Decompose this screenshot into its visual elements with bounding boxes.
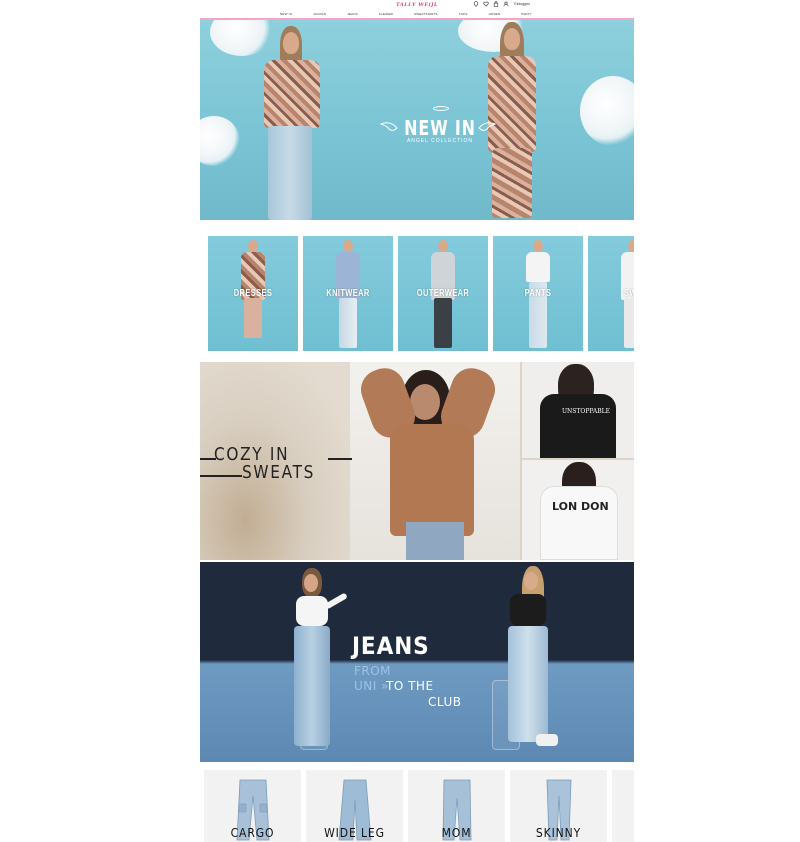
fit-card-cargo[interactable]: CARGO [204, 770, 301, 842]
jeans-model-right [490, 566, 570, 760]
wing-icon [478, 122, 496, 131]
fit-label: MOM [441, 826, 472, 840]
jeans-to-the-text: TO THE [386, 679, 434, 693]
category-card-outerwear[interactable]: OUTERWEAR [398, 236, 488, 351]
page: TALLY WEiJL Einloggen NEW IN JACKEN JEAN… [200, 0, 634, 842]
category-carousel: DRESSES KNITWEAR OUTERWEAR PANTS S [200, 236, 634, 351]
cloud-graphic [200, 116, 240, 166]
nav-item-tops[interactable]: TOPS [459, 12, 468, 16]
fit-card-mom[interactable]: MOM [408, 770, 505, 842]
login-link[interactable]: Einloggen [514, 2, 530, 6]
location-icon[interactable] [473, 1, 479, 7]
search-icon[interactable] [549, 11, 554, 24]
jeans-fit-carousel: CARGO WIDE LEG MOM SKINNY [200, 770, 634, 842]
fit-label: WIDE LEG [324, 826, 385, 840]
bag-icon[interactable] [493, 1, 499, 7]
jeans-from-text: FROM [354, 664, 392, 678]
jeans-title: JEANS [352, 632, 430, 660]
category-card-sweatshirts[interactable]: SWE [588, 236, 634, 351]
nav-item-kleider[interactable]: KLEIDER [379, 12, 393, 16]
jeans-model-left [280, 568, 350, 760]
nav-item-jacken[interactable]: JACKEN [313, 12, 326, 16]
jeans-banner[interactable]: JEANS FROM UNI » TO THE CLUB [200, 562, 634, 762]
brand-logo[interactable]: TALLY WEiJL [396, 2, 438, 8]
category-label: PANTS [524, 288, 552, 299]
header-topbar: TALLY WEiJL [200, 0, 634, 9]
hero-banner[interactable]: NEW IN ANGEL COLLECTION [200, 20, 634, 220]
fit-card-wide-leg[interactable]: WIDE LEG [306, 770, 403, 842]
site-header: TALLY WEiJL Einloggen NEW IN JACKEN JEAN… [200, 0, 634, 24]
cloud-graphic [580, 76, 634, 146]
sweat-model-photo [350, 362, 520, 560]
nav-item-sweatshirts[interactable]: SWEATSHIRTS [414, 12, 438, 16]
nav-item-jeans[interactable]: JEANS [347, 12, 358, 16]
sweat-photo-bottom: LON DON [522, 460, 634, 560]
category-label: DRESSES [233, 288, 273, 299]
jeans-uni-text: UNI » [354, 679, 389, 693]
user-icon[interactable] [503, 1, 509, 7]
jeans-club-text: CLUB [428, 695, 462, 709]
fit-label: CARGO [230, 826, 275, 840]
category-label: KNITWEAR [326, 288, 370, 299]
nav-item-hosen[interactable]: HOSEN [489, 12, 501, 16]
hero-model-left [252, 26, 332, 220]
category-label: OUTERWEAR [416, 288, 470, 299]
header-utilities: Einloggen [473, 1, 530, 7]
nav-item-new-in[interactable]: NEW IN [280, 12, 292, 16]
fit-label: SKINNY [535, 826, 582, 840]
sweat-photo-top: UNSTOPPABLE [522, 362, 634, 458]
category-card-dresses[interactable]: DRESSES [208, 236, 298, 351]
cozy-sweats-banner[interactable]: UNSTOPPABLE LON DON COZY IN SWEATS [200, 362, 634, 560]
category-card-pants[interactable]: PANTS [493, 236, 583, 351]
main-nav: NEW IN JACKEN JEANS KLEIDER SWEATSHIRTS … [200, 9, 634, 24]
wing-icon [380, 122, 398, 131]
hero-subtitle: ANGEL COLLECTION [406, 138, 474, 144]
halo-graphic [433, 106, 449, 111]
category-card-knitwear[interactable]: KNITWEAR [303, 236, 393, 351]
hero-title: NEW IN [404, 116, 476, 140]
heart-icon[interactable] [483, 1, 490, 7]
fit-card-skinny[interactable]: SKINNY [510, 770, 607, 842]
cozy-title-line2: SWEATS [242, 462, 316, 483]
nav-item-party[interactable]: PARTY [521, 12, 532, 16]
category-label: SWE [623, 288, 634, 299]
fit-card-more[interactable] [612, 770, 634, 842]
